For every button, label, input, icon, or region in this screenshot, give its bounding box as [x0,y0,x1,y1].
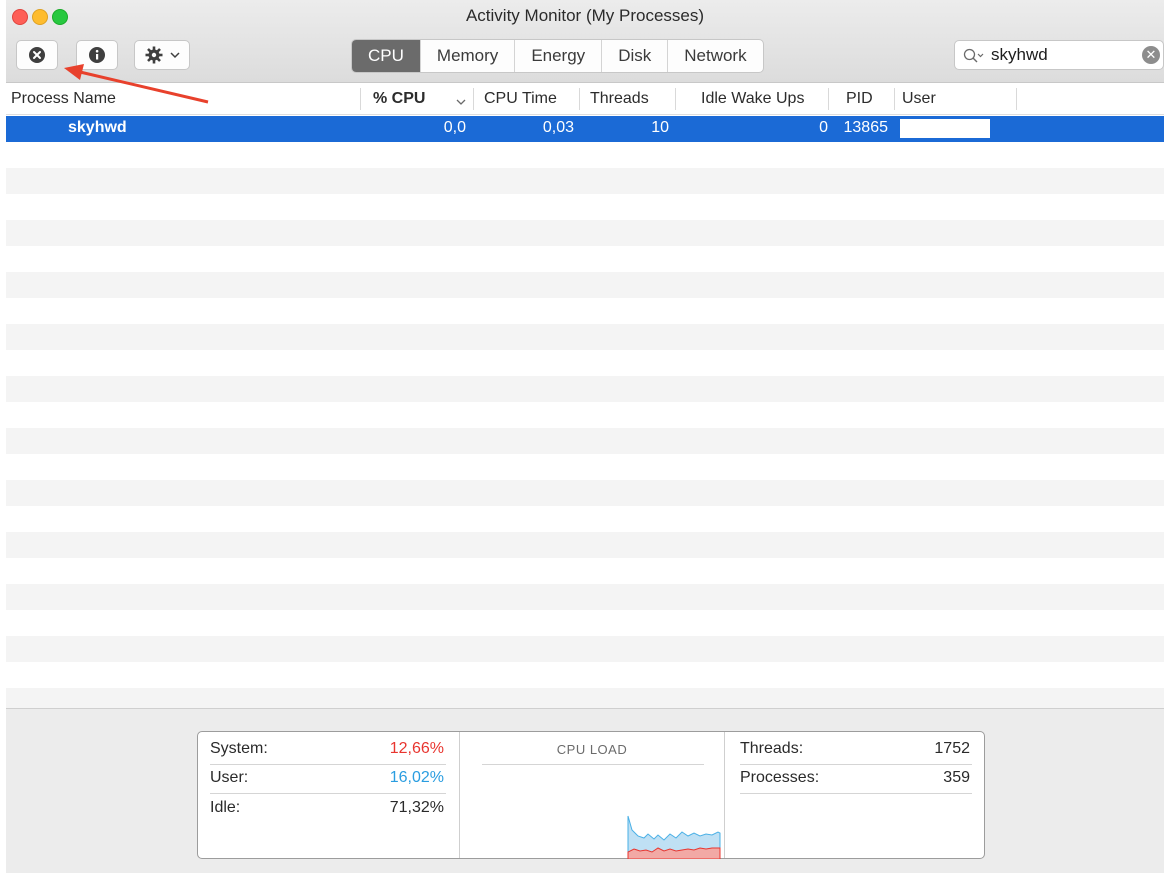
threads-label: Threads: [740,740,804,757]
user-cell-redacted [900,119,990,138]
table-row [6,584,1164,610]
sort-descending-icon [456,93,466,111]
column-cpu-pct[interactable]: % CPU [373,90,425,108]
tab-memory[interactable]: Memory [421,40,516,72]
cpu-time-cell: 0,03 [542,119,574,136]
processes-label: Processes: [740,769,820,786]
process-name-cell: skyhwd [68,119,127,136]
column-user[interactable]: User [902,90,936,108]
stop-process-button[interactable] [16,40,58,70]
toolbar: Activity Monitor (My Processes) CPU Memo… [6,0,1164,83]
table-row [6,662,1164,688]
tab-energy[interactable]: Energy [515,40,603,72]
table-row [6,194,1164,220]
table-header: Process Name % CPU CPU Time Threads Idle… [6,84,1164,115]
x-circle-icon [28,46,46,64]
table-row [6,454,1164,480]
column-pid[interactable]: PID [846,90,873,108]
search-field[interactable]: skyhwd ✕ [954,40,1164,70]
system-value: 12,66% [389,740,444,757]
idle-label: Idle: [210,799,241,816]
user-label: User: [210,769,249,786]
table-row[interactable]: skyhwd 0,0 0,03 10 0 13865 [6,116,1164,142]
table-row [6,142,1164,168]
system-label: System: [210,740,268,757]
inspect-process-button[interactable] [76,40,118,70]
tab-cpu[interactable]: CPU [352,40,421,72]
pid-cell: 13865 [843,119,889,136]
table-row [6,324,1164,350]
table-row [6,610,1164,636]
table-row [6,558,1164,584]
table-row [6,506,1164,532]
table-row [6,220,1164,246]
processes-value: 359 [943,769,970,786]
process-table: skyhwd 0,0 0,03 10 0 13865 [6,116,1164,714]
threads-cell: 10 [651,119,669,136]
chevron-down-icon [170,51,180,59]
view-tabs: CPU Memory Energy Disk Network [351,39,764,73]
table-row [6,168,1164,194]
cpu-load-graph [627,815,721,859]
table-row [6,246,1164,272]
info-icon [88,46,106,64]
table-row [6,428,1164,454]
cpu-load-title: CPU LOAD [556,742,628,757]
column-process-name[interactable]: Process Name [11,90,116,108]
window-title: Activity Monitor (My Processes) [465,6,705,25]
column-cpu-time[interactable]: CPU Time [484,90,557,108]
cpu-summary-panel: System: 12,66% User: 16,02% Idle: 71,32%… [197,731,985,859]
table-row [6,272,1164,298]
table-row [6,298,1164,324]
table-row [6,480,1164,506]
table-row [6,532,1164,558]
column-threads[interactable]: Threads [590,90,649,108]
tab-disk[interactable]: Disk [602,40,669,72]
summary-area: System: 12,66% User: 16,02% Idle: 71,32%… [6,708,1164,873]
table-row [6,376,1164,402]
gear-icon [144,45,164,65]
action-menu-button[interactable] [134,40,190,70]
user-value: 16,02% [389,769,444,786]
table-row [6,402,1164,428]
clear-icon[interactable]: ✕ [1142,46,1160,64]
table-row [6,636,1164,662]
idle-value: 71,32% [389,799,444,816]
table-row [6,350,1164,376]
idle-wake-ups-cell: 0 [819,119,828,136]
search-icon [963,48,985,69]
activity-monitor-window: Activity Monitor (My Processes) CPU Memo… [6,0,1164,873]
search-input[interactable]: skyhwd [991,45,1048,65]
tab-network[interactable]: Network [668,40,762,72]
cpu-pct-cell: 0,0 [443,119,466,136]
column-idle-wake-ups[interactable]: Idle Wake Ups [701,90,804,108]
threads-value: 1752 [934,740,970,757]
